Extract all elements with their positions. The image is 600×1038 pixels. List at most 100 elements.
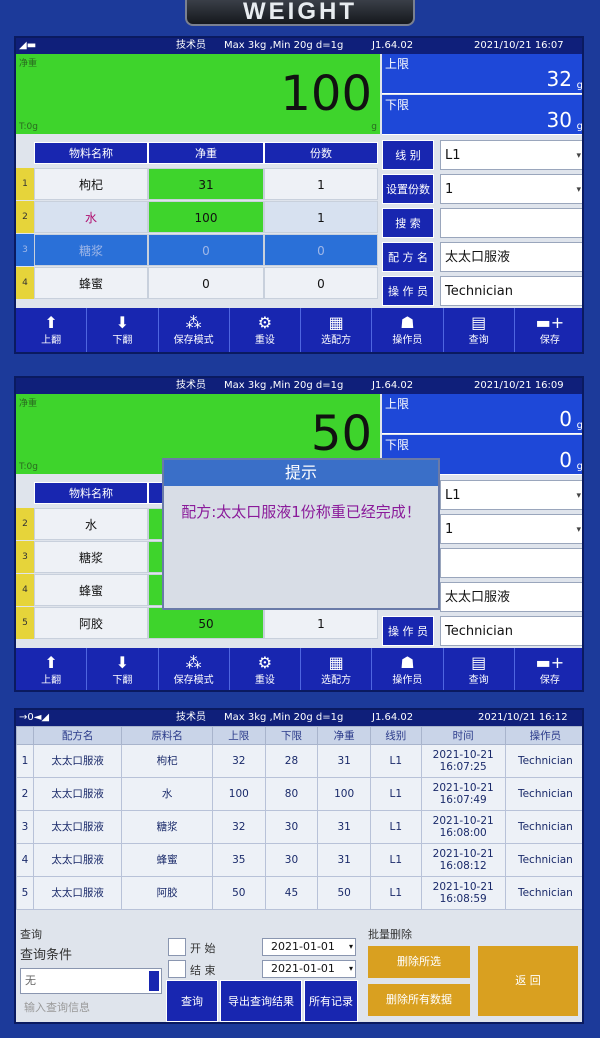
row-number: 3 [16,541,34,573]
arrow-down-icon: ⬇ [115,313,130,332]
table-cell[interactable]: 0 [264,234,378,266]
stack-icon: ⁂ [185,653,202,672]
recipe-field[interactable]: 太太口服液 [440,242,582,272]
all-records-button[interactable]: 所有记录 [304,980,358,1022]
status-bar: →0◄◢ 技术员 Max 3kg ,Min 20g d=1g J1.64.02 … [16,710,582,726]
upper-limit: 上限 0 g [382,394,582,434]
set-count-label: 设置份数 [382,174,434,204]
recipe-field[interactable]: 太太口服液 [440,582,582,612]
table-cell[interactable]: 水 [34,201,148,233]
table-cell[interactable]: 0 [264,267,378,299]
save-mode-button[interactable]: ⁂ 保存模式 [159,648,230,690]
operator-button[interactable]: ☗ 操作员 [372,648,444,690]
brand-plate: WEIGHT [185,0,415,26]
export-results-button[interactable]: 导出查询结果 [220,980,302,1022]
weight-display: 净重 T:0g g 100 [16,54,380,134]
chevron-down-icon: ▾ [576,525,581,535]
line-label: 线 别 [382,140,434,170]
operator-field[interactable]: Technician [440,276,582,306]
dialog-title: 提示 [164,460,438,486]
start-checkbox[interactable] [168,938,186,956]
delete-all-button[interactable]: 删除所有数据 [368,984,470,1016]
table-row[interactable]: 5 太太口服液 阿胶 50 45 50 L1 2021-10-21 16:08:59 Techn… [16,876,582,910]
row-number: 4 [16,574,34,606]
line-select[interactable]: L1 ▾ [440,480,582,510]
operator-button[interactable]: ☗ 操作员 [372,308,444,352]
operator-label: 操 作 员 [382,276,434,306]
line-select[interactable]: L1 ▾ [440,140,582,170]
table-cell[interactable]: 50 [148,607,264,639]
query-button[interactable]: ▤ 查询 [444,308,515,352]
chevron-down-icon: ▾ [576,491,581,501]
table-cell[interactable]: 蜂蜜 [34,267,148,299]
col-header-count: 份数 [264,142,378,164]
reset-button[interactable]: ⚙ 重设 [230,648,301,690]
query-condition-label: 查询条件 [20,948,73,963]
table-cell[interactable]: 蜂蜜 [34,574,148,606]
role-text: 技术员 [176,40,206,51]
row-number: 4 [16,267,34,299]
table-cell[interactable]: 阿胶 [34,607,148,639]
table-cell[interactable]: 糖浆 [34,234,148,266]
table-row[interactable]: 2 太太口服液水 100 80 100 L1 2021-10-21 16:07:49 Tech… [16,777,582,811]
stack-icon: ⁂ [185,313,202,332]
upper-limit: 上限 32 g [382,54,582,94]
weight-value: 100 [280,66,372,122]
query-button[interactable]: ▤ 查询 [444,648,515,690]
operator-field[interactable]: Technician [440,616,582,646]
start-label: 开 始 [190,942,216,955]
spec-text: Max 3kg ,Min 20g d=1g [224,40,344,51]
query-submit-button[interactable]: 查询 [166,980,218,1022]
col-header-weight: 净重 [148,142,264,164]
select-recipe-button[interactable]: ▦ 选配方 [301,308,373,352]
back-button[interactable]: 返 回 [478,946,578,1016]
operator-label: 操 作 员 [382,616,434,646]
lower-limit: 下限 30 g [382,95,582,135]
table-cell[interactable]: 0 [148,267,264,299]
user-icon: ☗ [400,653,415,672]
search-button[interactable]: 搜 索 [382,208,434,238]
set-count-select[interactable]: 1 ▾ [440,514,582,544]
chevron-down-icon: ▾ [576,151,581,161]
records-table: 配方名 原料名 上限 下限 净重 线别 时间 操作员 1 太太口服液 枸杞 32 28 3… [16,726,582,910]
table-cell[interactable]: 水 [34,508,148,540]
table-cell[interactable]: 31 [148,168,264,200]
set-count-select[interactable]: 1 ▾ [440,174,582,204]
table-cell[interactable]: 1 [264,201,378,233]
printer-plus-icon: ▬+ [535,313,565,332]
table-row[interactable]: 4 太太口服液 蜂蜜 35 30 31 L1 2021-10-21 16:08:12 Techn… [16,843,582,877]
reset-button[interactable]: ⚙ 重设 [230,308,301,352]
end-label: 结 束 [190,964,216,977]
start-date-select[interactable]: 2021-01-01 ▾ [262,938,356,956]
table-cell[interactable]: 1 [264,607,378,639]
page-down-button[interactable]: ⬇ 下翻 [87,648,159,690]
row-number: 2 [16,508,34,540]
search-input[interactable] [440,208,582,238]
page-down-button[interactable]: ⬇ 下翻 [87,308,159,352]
table-cell[interactable]: 0 [148,234,264,266]
save-mode-button[interactable]: ⁂ 保存模式 [159,308,230,352]
page-up-button[interactable]: ⬆ 上翻 [16,308,88,352]
chevron-down-icon: ▾ [576,185,581,195]
page-up-button[interactable]: ⬆ 上翻 [16,648,88,690]
end-checkbox[interactable] [168,960,186,978]
end-date-select[interactable]: 2021-01-01 ▾ [262,960,356,978]
search-input[interactable] [440,548,582,578]
row-number: 1 [16,168,34,200]
select-recipe-button[interactable]: ▦ 选配方 [301,648,373,690]
completion-dialog[interactable]: 提示 配方:太太口服液1份称重已经完成！ [162,458,440,610]
table-cell[interactable]: 糖浆 [34,541,148,573]
save-button[interactable]: ▬+ 保存 [515,648,582,690]
table-cell[interactable]: 枸杞 [34,168,148,200]
table-row[interactable]: 3 太太口服液 糖浆 32 30 31 L1 2021-10-21 16:08:00 Techn… [16,810,582,844]
save-button[interactable]: ▬+ 保存 [515,308,582,352]
delete-selected-button[interactable]: 删除所选 [368,946,470,978]
query-condition-select[interactable]: 无 [20,968,162,994]
table-cell[interactable]: 100 [148,201,264,233]
user-icon: ☗ [400,313,415,332]
table-cell[interactable]: 1 [264,168,378,200]
dialog-message: 配方:太太口服液1份称重已经完成！ [181,503,421,521]
table-row[interactable]: 1 太太口服液 枸杞 32 28 31 L1 2021-10-21 16:07:25 Techn… [16,744,582,778]
query-info-input[interactable]: 输入查询信息 [20,998,162,1020]
document-search-icon: ▤ [471,653,487,672]
